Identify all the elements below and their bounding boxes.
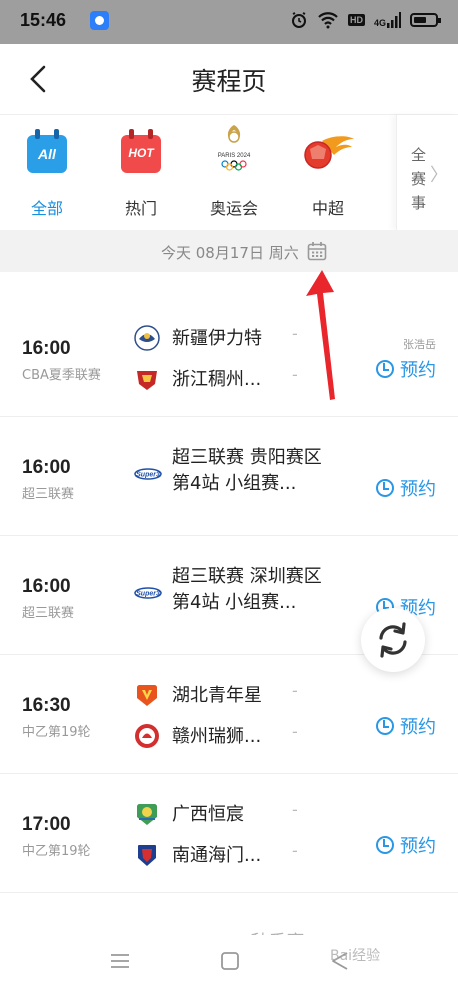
match-title: 超三联赛 贵阳赛区第4站 小组赛... [172,447,322,494]
match-time: 16:30 [22,695,71,716]
reserve-label: 预约 [400,360,436,381]
watermark: Bai经验 [330,948,381,964]
home-team-name: 湖北青年星 [172,685,262,706]
ganzhou-team-logo-icon [135,724,159,748]
header: 赛程页 [0,44,458,114]
date-label: 今天 08月17日 周六 [161,244,299,262]
clock-icon [376,360,394,378]
all-events-button[interactable]: 全赛事 〉 [396,115,458,231]
match-league: CBA夏季联赛 [22,368,101,383]
match-time: 16:00 [22,338,71,359]
hd-badge: HD [347,14,365,26]
away-team-name: 南通海门... [172,845,262,866]
paris-2024-text: PARIS 2024 [218,153,251,159]
all-calendar-icon: All [24,129,70,175]
hot-calendar-icon: HOT [118,129,164,175]
status-time: 15:46 [20,10,67,30]
match-league: 超三联赛 [22,487,75,502]
tab-csl-label: 中超 [311,199,344,218]
super3-league-logo-icon: Super3 [134,587,162,599]
reserve-button[interactable]: 预约 [376,832,436,858]
svg-text:Super3: Super3 [136,591,160,598]
nantong-team-logo-icon [138,845,156,866]
clock-icon [376,836,394,854]
match-time: 17:00 [22,814,71,835]
reserve-label: 预约 [400,717,436,738]
system-nav-bar [0,935,458,985]
home-team-name: 新疆伊力特 [172,328,262,349]
match-row[interactable]: 16:30 中乙第19轮 湖北青年星 - 赣州瑞狮... - 预约 [0,655,458,774]
guangxi-team-logo-icon [137,804,157,825]
alarm-icon [291,12,306,28]
paris-2024-olympics-icon: PARIS 2024 [211,125,257,175]
reserve-button[interactable]: 预约 [376,475,436,501]
home-score: - [292,324,298,343]
match-time: 16:00 [22,457,71,478]
match-row[interactable]: 17:00 中乙第19轮 广西恒宸 - 南通海门... - 预约 [0,774,458,893]
clock-icon [376,717,394,735]
home-icon[interactable] [218,949,242,973]
home-score: - [292,800,298,819]
calendar-picker-icon[interactable] [307,241,327,261]
home-team-name: 广西恒宸 [172,804,244,825]
csl-football-icon [304,129,354,175]
wifi-icon [318,12,338,29]
clock-icon [376,479,394,497]
tab-hot-label: 热门 [124,199,157,218]
reserve-label: 预约 [400,836,436,857]
commentator-name: 张浩岳 [403,338,436,351]
baidu-app-icon [90,11,109,30]
hubei-team-logo-icon [137,685,157,706]
tab-olympics-label: 奥运会 [209,199,258,218]
category-tabs: All 全部 HOT 热门 PARIS 2024 奥运会 中超 全赛事 〉 [0,114,458,237]
menu-icon[interactable] [108,949,132,973]
reserve-label: 预约 [400,479,436,500]
away-score: - [292,841,298,860]
match-league: 中乙第19轮 [22,844,91,859]
status-icons: HD 4G [290,11,441,29]
match-row[interactable]: 16:00 CBA夏季联赛 新疆伊力特 - 浙江稠州... - 张浩岳 预约 [0,298,458,417]
match-time: 16:00 [22,576,71,597]
svg-text:Super3: Super3 [136,472,160,479]
tab-olympics[interactable]: PARIS 2024 奥运会 [194,125,274,225]
battery-icon [410,13,441,27]
away-team-name: 浙江稠州... [172,369,262,390]
page-title: 赛程页 [191,67,267,96]
zhejiang-team-logo-icon [137,371,157,390]
refresh-icon [379,622,407,658]
date-bar: 今天 08月17日 周六 [0,230,458,272]
all-icon-text: All [38,146,56,162]
xinjiang-team-logo-icon [134,325,160,351]
away-score: - [292,722,298,741]
network-type: 4G [373,18,386,28]
super3-league-logo-icon: Super3 [134,468,162,480]
hot-icon-text: HOT [128,146,154,160]
tab-csl[interactable]: 中超 [288,125,368,225]
refresh-button[interactable] [361,608,425,672]
tab-hot[interactable]: HOT 热门 [101,125,181,225]
match-row[interactable]: 16:00 超三联赛 Super3 超三联赛 贵阳赛区第4站 小组赛... 预约 [0,417,458,536]
match-league: 超三联赛 [22,606,75,621]
signal-icon: 4G [374,12,401,28]
reserve-button[interactable]: 预约 [376,713,436,739]
away-score: - [292,365,298,384]
chevron-right-icon: 〉 [430,165,448,186]
status-bar: 15:46 HD 4G [0,0,458,44]
away-team-name: 赣州瑞狮... [172,726,262,747]
tab-all-label: 全部 [30,199,63,218]
tab-all[interactable]: All 全部 [7,125,87,237]
match-league: 中乙第19轮 [22,725,91,740]
match-title: 超三联赛 深圳赛区第4站 小组赛... [172,566,322,613]
home-score: - [292,681,298,700]
reserve-button[interactable]: 预约 [376,356,436,382]
red-annotation-arrow-icon [306,270,335,400]
all-events-label: 全赛事 [411,146,427,212]
